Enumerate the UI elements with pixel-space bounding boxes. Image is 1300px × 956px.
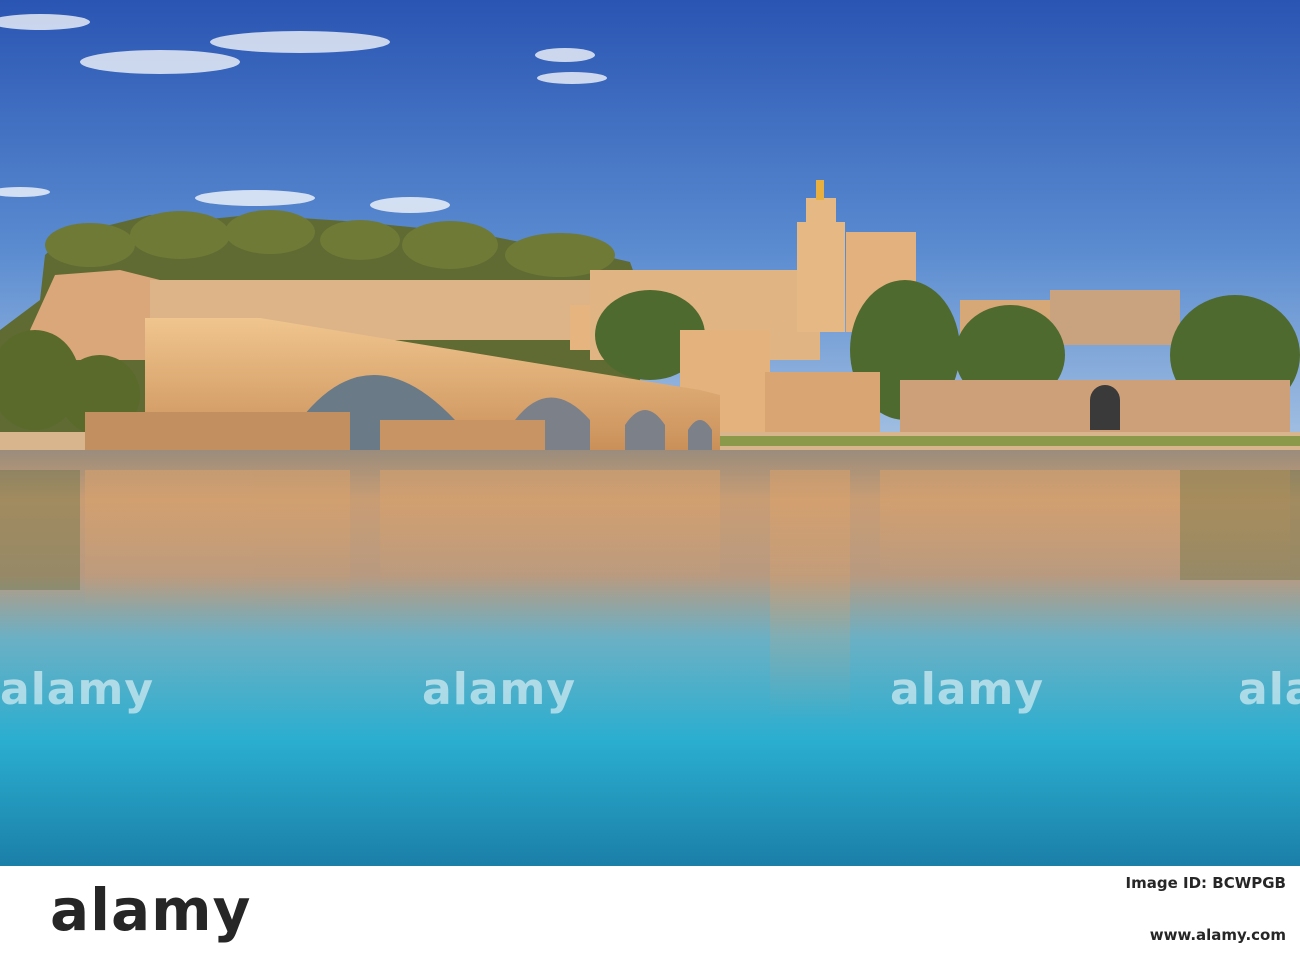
- photo-avignon-bridge: alamy alamy alamy alamy: [0, 0, 1300, 866]
- site-url-label: www.alamy.com: [1149, 926, 1286, 944]
- alamy-logo: alamy: [50, 876, 252, 944]
- footer-strip: alamy Image ID: BCWPGB www.alamy.com: [0, 866, 1300, 956]
- stock-photo-page: alamy alamy alamy alamy alamy Image ID: …: [0, 0, 1300, 956]
- image-id-label: Image ID: BCWPGB: [1125, 874, 1286, 892]
